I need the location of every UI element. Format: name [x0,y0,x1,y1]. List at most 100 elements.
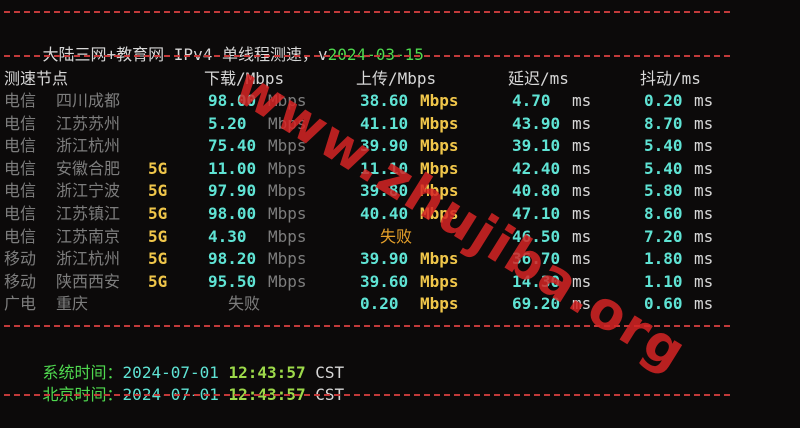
row-isp: 电信 [4,91,37,110]
title-line: 大陆三网+教育网 IPv4 单线程测速，v2024-03-15 [4,22,424,64]
row-latency-value: 36.70 [512,249,561,269]
row-latency-unit: ms [572,294,592,314]
row-download-failed: 失败 [228,294,261,314]
row-latency-value: 40.80 [512,181,561,201]
table-row: 电信 江苏南京 5G 4.30 Mbps 失败 46.50 ms 7.20 ms [4,226,730,248]
row-jitter-value: 7.20 [644,226,683,246]
row-latency-value: 4.70 [512,91,551,110]
row-isp: 电信 [4,204,37,223]
header-latency: 延迟/ms [508,69,569,88]
row-upload-unit: Mbps [420,294,459,314]
row-upload-unit: Mbps [420,204,459,223]
header-row: 测速节点 下载/Mbps 上传/Mbps 延迟/ms 抖动/ms [4,68,730,90]
row-jitter-unit: ms [694,181,714,201]
header-download: 下载/Mbps [204,69,285,88]
divider-end [4,394,730,396]
row-city: 重庆 [56,294,89,314]
row-5g-badge: 5G [148,249,168,269]
row-latency-unit: ms [572,136,592,156]
row-download-value: 4.30 [208,226,247,246]
divider-header [4,55,730,57]
row-jitter-unit: ms [694,158,714,178]
row-latency-unit: ms [572,113,592,133]
row-jitter-value: 0.60 [644,294,683,314]
row-latency-value: 69.20 [512,294,561,314]
row-latency-unit: ms [572,158,592,178]
row-jitter-unit: ms [694,204,714,223]
row-upload-value: 0.20 [360,294,399,314]
row-latency-value: 39.10 [512,136,561,156]
row-jitter-unit: ms [694,271,714,291]
row-isp: 电信 [4,158,37,178]
divider-bottom [4,325,730,327]
row-upload-value: 39.90 [360,136,409,156]
row-jitter-value: 8.60 [644,204,683,223]
row-upload-unit: Mbps [420,249,459,269]
row-download-value: 95.50 [208,271,257,291]
header-upload: 上传/Mbps [356,69,437,88]
table-row: 广电 重庆 失败 0.20 Mbps 69.20 ms 0.60 ms [4,293,730,315]
row-jitter-unit: ms [694,249,714,269]
row-download-unit: Mbps [268,204,307,223]
row-download-unit: Mbps [268,113,307,133]
row-city: 陕西西安 [56,271,121,291]
row-latency-value: 46.50 [512,226,561,246]
row-upload-value: 38.60 [360,91,409,110]
row-download-unit: Mbps [268,91,307,110]
row-download-value: 11.00 [208,158,257,178]
row-jitter-value: 8.70 [644,113,683,133]
table-row: 电信 江苏苏州 5.20 Mbps 41.10 Mbps 43.90 ms 8.70 ms [4,113,730,135]
row-city: 浙江杭州 [56,249,121,269]
row-download-unit: Mbps [268,136,307,156]
row-upload-failed: 失败 [380,226,413,246]
row-upload-unit: Mbps [420,158,459,178]
row-upload-unit: Mbps [420,91,459,110]
row-upload-value: 11.10 [360,158,409,178]
row-download-value: 98.00 [208,91,257,110]
row-upload-unit: Mbps [420,113,459,133]
row-city: 四川成都 [56,91,121,110]
row-jitter-unit: ms [694,91,714,110]
row-download-value: 98.00 [208,204,257,223]
row-isp: 电信 [4,136,37,156]
row-download-unit: Mbps [268,226,307,246]
header-jitter: 抖动/ms [640,69,701,88]
row-upload-unit: Mbps [420,181,459,201]
row-isp: 电信 [4,113,37,133]
row-isp: 电信 [4,226,37,246]
row-jitter-value: 1.80 [644,249,683,269]
row-latency-value: 43.90 [512,113,561,133]
row-upload-value: 40.40 [360,204,409,223]
system-time-line: 系统时间：2024-07-01 12:43:57 CST [4,340,345,382]
row-download-unit: Mbps [268,249,307,269]
row-5g-badge: 5G [148,204,168,223]
row-latency-value: 42.40 [512,158,561,178]
row-jitter-value: 0.20 [644,91,683,110]
row-latency-unit: ms [572,181,592,201]
table-row: 电信 浙江杭州 75.40 Mbps 39.90 Mbps 39.10 ms 5.40 ms [4,135,730,157]
beijing-time-line: 北京时间：2024-07-01 12:43:57 CST [4,362,345,404]
table-row: 电信 江苏镇江 5G 98.00 Mbps 40.40 Mbps 47.10 ms 8.60 ms [4,203,730,225]
table-row: 移动 浙江杭州 5G 98.20 Mbps 39.90 Mbps 36.70 ms 1.80 ms [4,248,730,270]
row-download-unit: Mbps [268,181,307,201]
row-isp: 移动 [4,249,37,269]
table-row: 电信 浙江宁波 5G 97.90 Mbps 39.80 Mbps 40.80 ms 5.80 ms [4,180,730,202]
header-node: 测速节点 [4,69,69,88]
row-jitter-unit: ms [694,294,714,314]
row-jitter-unit: ms [694,113,714,133]
row-5g-badge: 5G [148,226,168,246]
terminal-window: 大陆三网+教育网 IPv4 单线程测速，v2024-03-15 测速节点 下载/… [0,0,800,418]
row-5g-badge: 5G [148,181,168,201]
row-city: 浙江宁波 [56,181,121,201]
row-upload-value: 39.60 [360,271,409,291]
row-5g-badge: 5G [148,158,168,178]
table-row: 电信 安徽合肥 5G 11.00 Mbps 11.10 Mbps 42.40 ms 5.40 ms [4,158,730,180]
row-isp: 广电 [4,294,37,314]
row-isp: 移动 [4,271,37,291]
row-download-unit: Mbps [268,158,307,178]
row-latency-unit: ms [572,91,592,110]
row-upload-value: 39.80 [360,181,409,201]
row-city: 江苏镇江 [56,204,121,223]
row-download-value: 97.90 [208,181,257,201]
row-jitter-unit: ms [694,136,714,156]
